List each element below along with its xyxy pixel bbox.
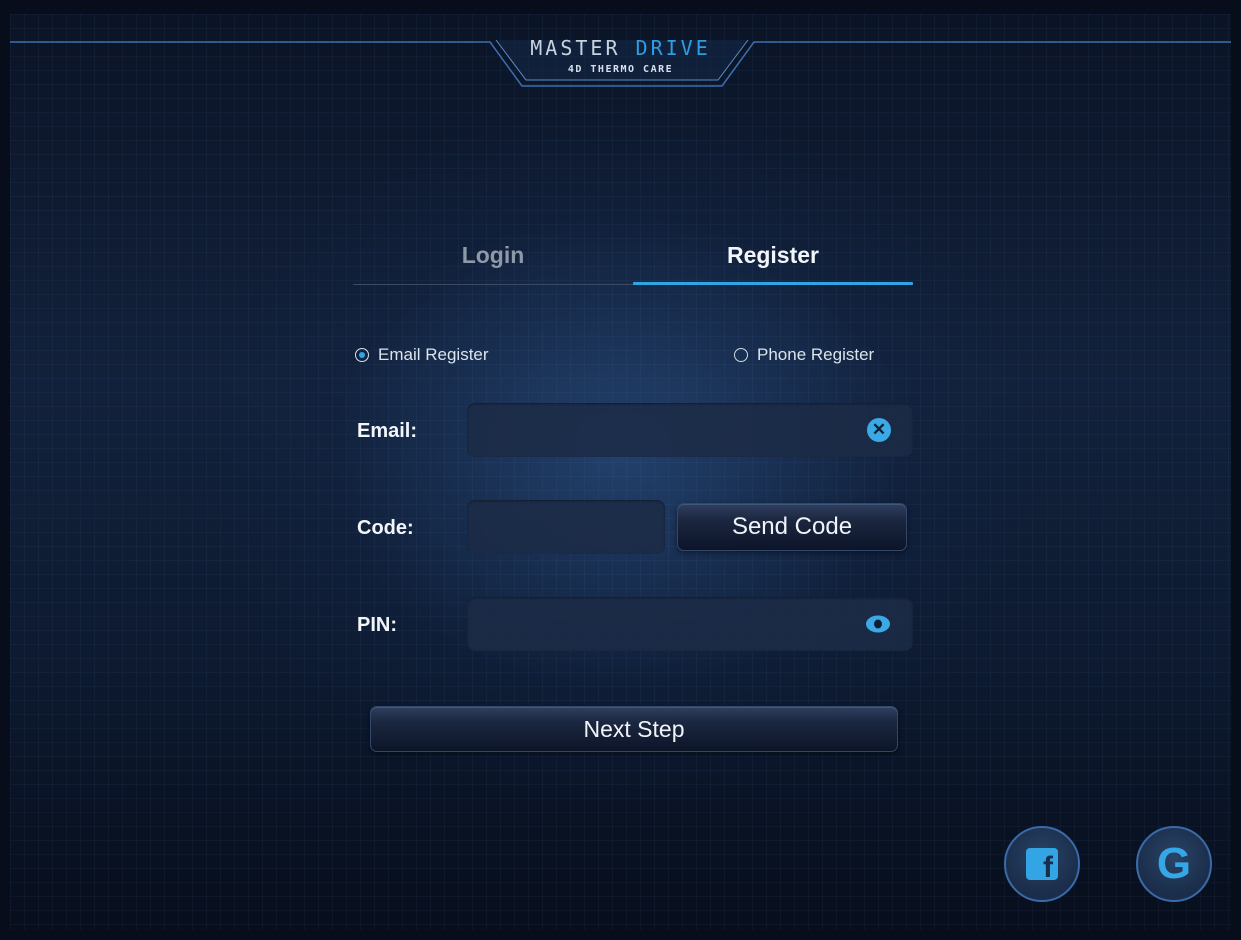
eye-icon[interactable] xyxy=(865,614,891,634)
pin-label: PIN: xyxy=(357,614,397,636)
tab-login[interactable]: Login xyxy=(353,240,633,284)
radio-unchecked-icon xyxy=(734,348,748,362)
clear-icon[interactable]: ✕ xyxy=(867,418,891,442)
radio-phone-register[interactable]: Phone Register xyxy=(734,344,874,366)
pin-field-wrapper xyxy=(467,597,913,651)
auth-tabs: Login Register xyxy=(353,240,913,286)
google-icon: G xyxy=(1156,839,1192,888)
radio-email-label: Email Register xyxy=(378,345,489,364)
tab-register[interactable]: Register xyxy=(633,240,913,284)
brand-title: MASTER DRIVE xyxy=(10,36,1231,60)
facebook-login-button[interactable]: f xyxy=(1004,826,1080,902)
next-step-button[interactable]: Next Step xyxy=(370,706,898,752)
brand-main: MASTER xyxy=(530,36,621,60)
radio-checked-icon xyxy=(355,348,369,362)
background-grid xyxy=(10,14,1231,930)
code-field[interactable] xyxy=(467,500,665,554)
email-field[interactable] xyxy=(467,403,913,457)
brand-subtitle: 4D THERMO CARE xyxy=(567,64,674,75)
radio-phone-label: Phone Register xyxy=(757,345,875,364)
email-field-wrapper: ✕ xyxy=(467,403,913,457)
pin-field[interactable] xyxy=(467,597,913,651)
send-code-button[interactable]: Send Code xyxy=(677,503,907,551)
facebook-icon: f xyxy=(1026,848,1058,884)
app-screen: MASTER DRIVE 4D THERMO CARE Login Regist… xyxy=(10,14,1231,930)
code-field-wrapper xyxy=(467,500,665,554)
radio-email-register[interactable]: Email Register xyxy=(355,344,489,366)
tab-active-indicator xyxy=(633,282,913,285)
email-label: Email: xyxy=(357,420,418,442)
brand-accent: DRIVE xyxy=(635,36,711,60)
code-label: Code: xyxy=(357,517,414,539)
google-login-button[interactable]: G xyxy=(1136,826,1212,902)
